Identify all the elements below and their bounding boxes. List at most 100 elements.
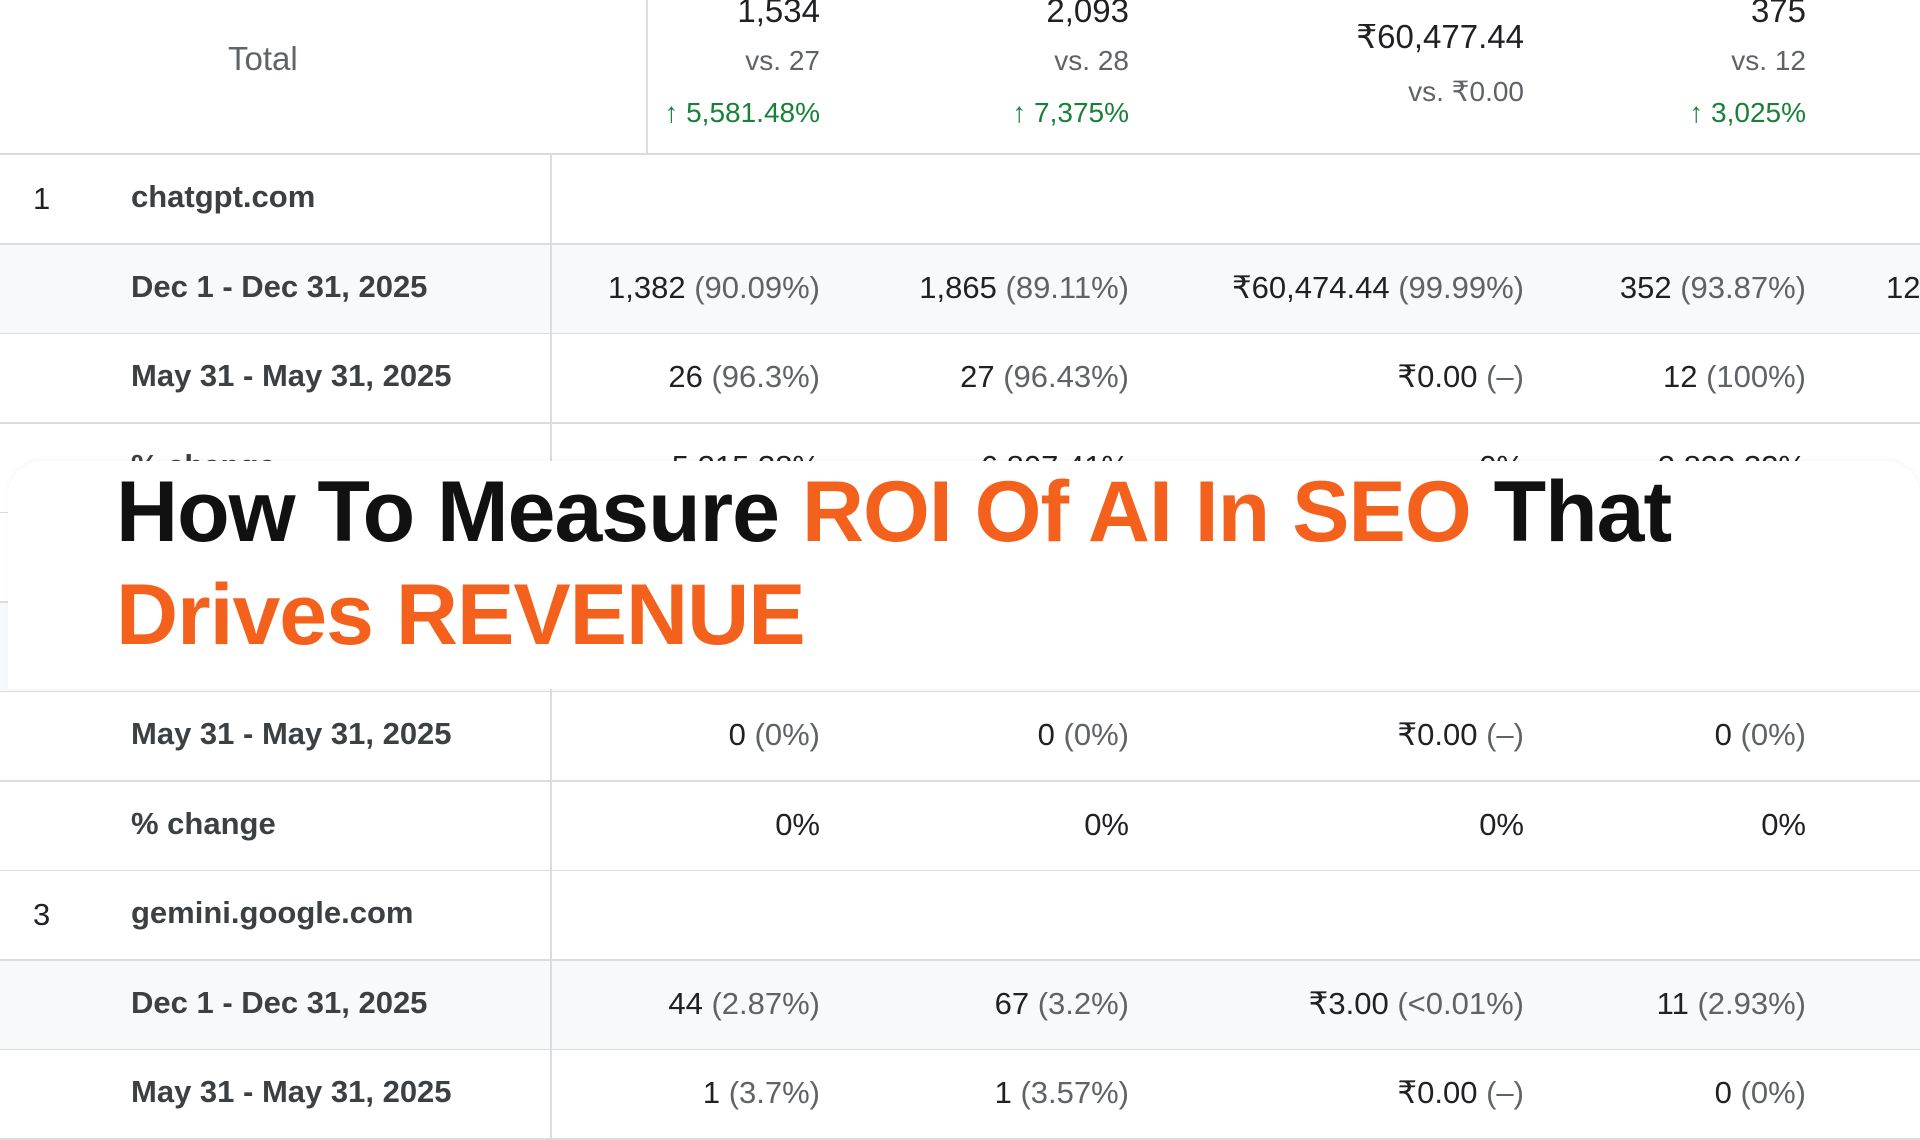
metric-cell: 0%: [1761, 807, 1806, 843]
metric-cell: ₹60,474.44 (99.99%): [1232, 270, 1524, 306]
date-range-label: May 31 - May 31, 2025: [131, 358, 452, 393]
total-change-value: 5,581.48%: [686, 97, 820, 128]
title-highlight: ROI Of AI In SEO: [801, 464, 1472, 560]
column-divider: [550, 871, 552, 961]
metric-value: 26: [668, 359, 703, 394]
metric-value: 0%: [775, 806, 820, 842]
date-range-row: Dec 1 - Dec 31, 2025 1,382 (90.09%) 1,865 …: [0, 244, 1920, 335]
metric-value: 0%: [1084, 806, 1129, 842]
metric-value: ₹0.00: [1397, 359, 1478, 394]
metric-share: (99.99%): [1398, 269, 1524, 305]
metric-value: 1,865: [919, 269, 997, 305]
metric-share: (2.93%): [1697, 985, 1806, 1021]
metric-cell: 1 (3.57%): [995, 1075, 1129, 1111]
metric-cell: ₹0.00 (–): [1397, 1075, 1524, 1111]
title-part: How To Measure: [116, 464, 802, 560]
metric-share: (0%): [1740, 1075, 1806, 1110]
metric-value: 11: [1656, 985, 1689, 1021]
metric-cell: 0 (0%): [1715, 717, 1806, 753]
metric-share: (3.7%): [728, 1075, 820, 1110]
metric-cell: ₹0.00 (–): [1397, 717, 1524, 753]
column-divider: [550, 244, 552, 335]
total-change: ↑ 5,581.48%: [664, 97, 820, 129]
metric-cell: ₹0.00 (–): [1397, 359, 1524, 395]
metric-share: (89.11%): [1005, 269, 1130, 305]
total-value: 375: [1750, 0, 1806, 29]
title-part: That: [1470, 464, 1673, 560]
source-name[interactable]: chatgpt.com: [131, 179, 315, 215]
metric-cell: 0 (0%): [1038, 717, 1129, 753]
metric-cell: 1,865 (89.11%): [919, 270, 1129, 306]
metric-value: 0: [1714, 717, 1732, 752]
metric-cell: 0%: [1479, 807, 1524, 843]
metric-value: 1: [702, 1075, 721, 1110]
column-divider: [550, 1050, 552, 1140]
totals-row: Total 1,534 vs. 27 ↑ 5,581.48% 2,093 vs.…: [0, 0, 1920, 155]
metric-value: 1,382: [608, 269, 686, 305]
metric-value: 1: [994, 1075, 1012, 1110]
metric-share: (3.2%): [1037, 985, 1129, 1021]
metric-share: (100%): [1706, 359, 1806, 394]
metric-cell: 44 (2.87%): [668, 986, 820, 1022]
metric-cell: 26 (96.3%): [668, 359, 820, 395]
title-card: How To Measure ROI Of AI In SEO That Dri…: [8, 461, 1920, 689]
metric-share: (<0.01%): [1397, 985, 1524, 1021]
date-range-row: % change 0% 0% 0% 0%: [0, 781, 1920, 872]
metric-cell: 0%: [775, 807, 820, 843]
date-range-row: May 31 - May 31, 2025 26 (96.3%) 27 (96.43…: [0, 334, 1920, 424]
arrow-up-icon: ↑: [1689, 97, 1704, 128]
row-number: 1: [33, 181, 51, 216]
total-compare: vs. 12: [1731, 45, 1806, 76]
date-range-label: May 31 - May 31, 2025: [131, 716, 452, 751]
total-compare: vs. 27: [745, 45, 820, 76]
source-name[interactable]: gemini.google.com: [131, 895, 413, 931]
totals-label: Total: [228, 40, 298, 77]
metric-share: (96.43%): [1003, 359, 1129, 394]
column-divider: [550, 960, 552, 1051]
metric-cell: 0 (0%): [1715, 1075, 1806, 1111]
metric-value: 67: [994, 985, 1030, 1021]
date-range-label: Dec 1 - Dec 31, 2025: [131, 984, 428, 1020]
source-row[interactable]: 3 gemini.google.com: [0, 871, 1920, 961]
metric-value: 0: [1037, 717, 1055, 752]
total-value: ₹60,477.44: [1356, 18, 1524, 55]
total-change: ↑ 7,375%: [1012, 97, 1129, 129]
metric-share: (0%): [754, 717, 820, 752]
date-range-row: May 31 - May 31, 2025 0 (0%) 0 (0%) ₹0.00 (…: [0, 692, 1920, 782]
metric-value: 27: [960, 359, 995, 394]
metric-cell: 0 (0%): [729, 717, 820, 753]
total-change-value: 7,375%: [1034, 97, 1129, 128]
column-divider: [550, 781, 552, 872]
date-range-row: May 31 - May 31, 2025 1 (3.7%) 1 (3.57%) ₹0…: [0, 1050, 1920, 1140]
total-change-value: 3,025%: [1711, 97, 1806, 128]
metric-cell: 11 (2.93%): [1657, 986, 1806, 1022]
metric-share: (–): [1486, 1075, 1524, 1110]
metric-value: ₹0.00: [1397, 717, 1478, 752]
row-number: 3: [33, 897, 51, 932]
metric-value: ₹0.00: [1397, 1075, 1478, 1110]
metric-cell: 12 (100%): [1663, 359, 1806, 395]
date-range-row: Dec 1 - Dec 31, 2025 44 (2.87%) 67 (3.2%) ₹…: [0, 960, 1920, 1051]
total-value: 2,093: [1046, 0, 1129, 29]
metric-share: (–): [1486, 359, 1524, 394]
metric-value: 0: [1714, 1075, 1732, 1110]
total-revenue: ₹60,477.44 vs. ₹0.00: [1356, 0, 1524, 108]
total-events: 375 vs. 12 ↑ 3,025%: [1689, 0, 1806, 129]
arrow-up-icon: ↑: [1012, 97, 1027, 128]
metric-cell: 0%: [1084, 807, 1129, 843]
page-title: How To Measure ROI Of AI In SEO That Dri…: [116, 461, 1836, 667]
date-range-label: % change: [131, 805, 276, 841]
metric-share: (–): [1486, 717, 1524, 752]
total-compare: vs. 28: [1054, 45, 1129, 76]
total-compare: vs. ₹0.00: [1408, 76, 1524, 107]
metric-share: (90.09%): [694, 269, 820, 305]
metric-cell: 352 (93.87%): [1620, 270, 1806, 306]
total-value: 1,534: [737, 0, 820, 29]
arrow-up-icon: ↑: [664, 97, 679, 128]
metric-cell: 1,382 (90.09%): [608, 270, 820, 306]
source-row[interactable]: 1 chatgpt.com: [0, 155, 1920, 245]
metric-value: ₹3.00: [1308, 985, 1389, 1021]
date-range-label: May 31 - May 31, 2025: [131, 1074, 452, 1109]
metric-value: 0%: [1761, 806, 1806, 842]
metric-cell: 27 (96.43%): [960, 359, 1129, 395]
